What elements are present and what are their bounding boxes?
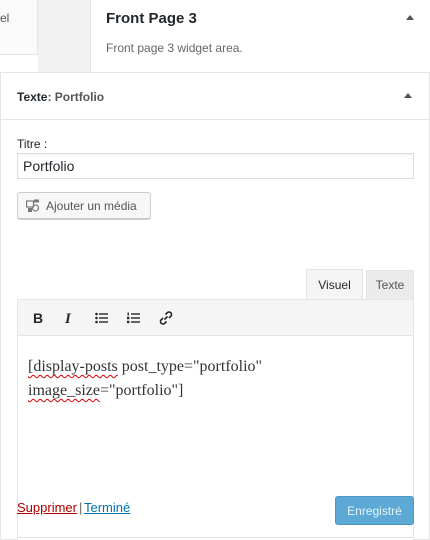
content-line-2-a: image_size xyxy=(28,382,100,399)
media-icon xyxy=(25,199,40,213)
link-separator: | xyxy=(79,500,83,515)
italic-icon[interactable]: I xyxy=(57,306,81,330)
content-line-1-b: post_type="portfolio" xyxy=(117,358,263,375)
content-line-1: [display-posts post_type="portfolio" xyxy=(28,355,408,379)
widget-title: Texte: Portfolio xyxy=(17,90,104,104)
editor-toolbar: B I xyxy=(18,300,413,336)
content-line-2-b: ="portfolio"] xyxy=(99,382,184,399)
delete-link[interactable]: Supprimer xyxy=(17,500,77,515)
left-panel-lower xyxy=(0,54,38,72)
title-input[interactable] xyxy=(17,153,414,179)
widget-collapse-arrow-icon[interactable] xyxy=(404,93,412,98)
save-button[interactable]: Enregistré xyxy=(335,496,414,525)
left-panel-text: el xyxy=(0,11,10,25)
content-line-2: image_size="portfolio"] xyxy=(28,379,408,403)
collapse-arrow-icon[interactable] xyxy=(406,15,414,20)
svg-text:B: B xyxy=(33,311,43,325)
bullet-list-icon[interactable] xyxy=(90,306,114,330)
tab-visual[interactable]: Visuel xyxy=(306,269,363,300)
widget-editor-page: el Front Page 3 Front page 3 widget area… xyxy=(0,0,430,540)
content-line-1-a: [display-posts xyxy=(28,358,118,375)
sidebar-title: Front Page 3 xyxy=(106,10,197,27)
numbered-list-icon[interactable] xyxy=(122,306,146,330)
title-label: Titre : xyxy=(17,137,48,151)
widget-type-label: Texte xyxy=(17,90,48,104)
add-media-button[interactable]: Ajouter un média xyxy=(17,192,151,219)
sidebar-description: Front page 3 widget area. xyxy=(106,41,243,55)
link-icon[interactable] xyxy=(154,306,178,330)
tab-text[interactable]: Texte xyxy=(366,270,414,299)
sidebar-header[interactable]: Front Page 3 Front page 3 widget area. xyxy=(90,0,430,72)
left-panel-fragment: el xyxy=(0,0,38,72)
bold-icon[interactable]: B xyxy=(26,306,50,330)
text-widget: Texte: Portfolio Titre : Ajouter un médi… xyxy=(0,72,430,540)
add-media-label: Ajouter un média xyxy=(46,198,137,213)
svg-text:I: I xyxy=(64,311,72,325)
editor-content[interactable]: [display-posts post_type="portfolio" ima… xyxy=(28,355,408,403)
done-link[interactable]: Terminé xyxy=(84,500,130,515)
widget-header[interactable]: Texte: Portfolio xyxy=(1,73,429,120)
widget-name-label: : Portfolio xyxy=(47,90,105,104)
